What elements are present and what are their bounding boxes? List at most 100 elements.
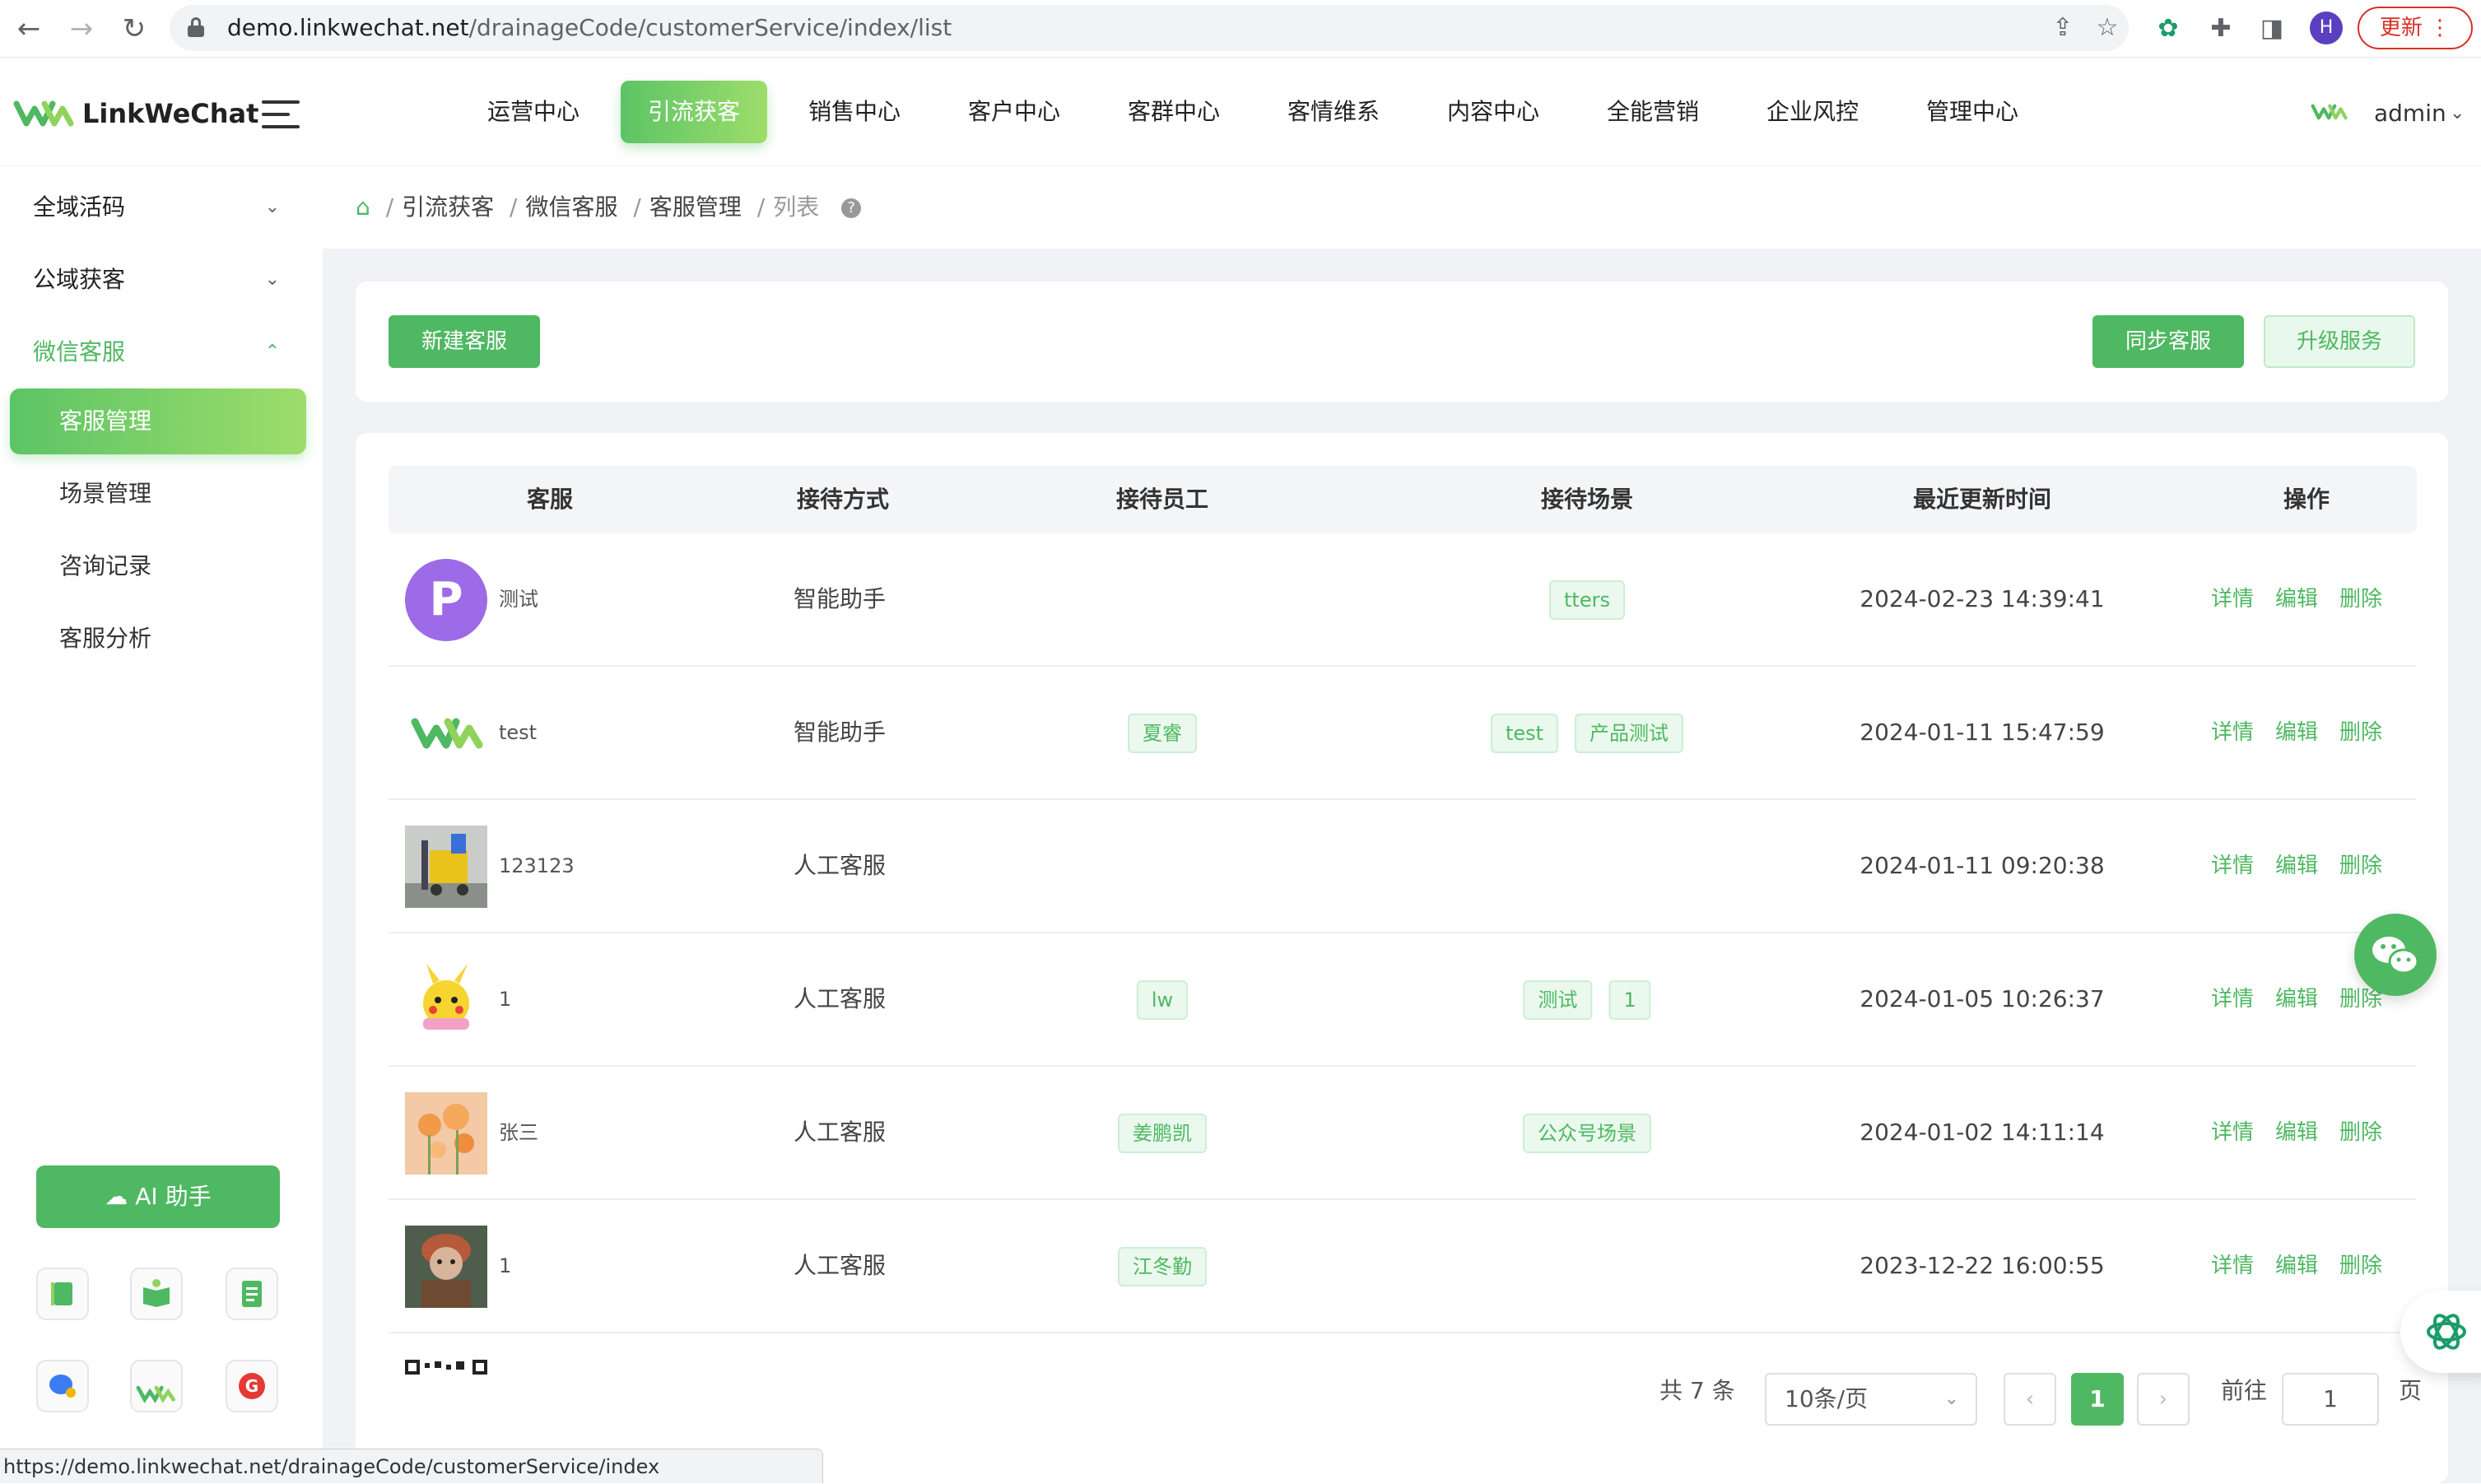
detail-link[interactable]: 详情 xyxy=(2211,933,2254,1065)
topnav-item[interactable]: 内容中心 xyxy=(1427,81,1559,143)
delete-link[interactable]: 删除 xyxy=(2339,800,2382,932)
book-tool-icon[interactable] xyxy=(130,1268,183,1320)
delete-link[interactable]: 删除 xyxy=(2339,1200,2382,1332)
scene-tag: 测试 xyxy=(1523,980,1593,1020)
edit-link[interactable]: 编辑 xyxy=(2275,533,2318,665)
table-row: 1 人工客服 江冬勤 2023-12-22 16:00:55 详情 编辑 删除 xyxy=(389,1200,2417,1333)
extensions-puzzle-icon[interactable]: ✚ xyxy=(2206,14,2236,44)
topnav-item-active[interactable]: 引流获客 xyxy=(621,81,767,143)
document-tool-icon[interactable] xyxy=(226,1268,278,1320)
table-row: P 测试 智能助手 tters 2024-02-23 14:39:41 详情 编… xyxy=(389,533,2417,667)
topnav-item[interactable]: 客群中心 xyxy=(1108,81,1240,143)
bookmark-star-icon[interactable]: ☆ xyxy=(2092,13,2122,43)
sidebar-group-public[interactable]: 公域获客 ⌄ xyxy=(33,255,280,305)
sidebar-group-qrcode[interactable]: 全域活码 ⌄ xyxy=(33,183,280,232)
page-size-select[interactable]: 10条/页 ⌄ xyxy=(1765,1373,1977,1426)
page-number-current[interactable]: 1 xyxy=(2071,1373,2124,1426)
page-suffix-label: 页 xyxy=(2399,1377,2423,1404)
breadcrumb-link[interactable]: 引流获客 xyxy=(402,193,494,221)
topnav-item[interactable]: 管理中心 xyxy=(1906,81,2038,143)
share-icon[interactable]: ⇪ xyxy=(2048,13,2078,43)
linkwechat-tool-icon[interactable] xyxy=(130,1360,183,1412)
chevron-up-icon: ⌃ xyxy=(264,342,280,362)
detail-link[interactable]: 详情 xyxy=(2211,1200,2254,1332)
topnav-item[interactable]: 客户中心 xyxy=(948,81,1080,143)
update-button[interactable]: 更新 ⋮ xyxy=(2358,7,2473,49)
edit-link[interactable]: 编辑 xyxy=(2275,1200,2318,1332)
edit-link[interactable]: 编辑 xyxy=(2275,667,2318,798)
detail-link[interactable]: 详情 xyxy=(2211,1067,2254,1198)
edit-link[interactable]: 编辑 xyxy=(2275,933,2318,1065)
home-icon[interactable]: ⌂ xyxy=(356,193,370,221)
tulips-photo-icon xyxy=(405,1092,487,1175)
ai-assistant-button[interactable]: ☁ AI 助手 xyxy=(36,1165,280,1228)
sidebar-group-wechat-service[interactable]: 微信客服 ⌃ xyxy=(33,328,280,377)
notebook-tool-icon[interactable] xyxy=(36,1268,89,1320)
detail-link[interactable]: 详情 xyxy=(2211,667,2254,798)
pikachu-sticker-icon xyxy=(405,959,487,1041)
delete-link[interactable]: 删除 xyxy=(2339,533,2382,665)
detail-link[interactable]: 详情 xyxy=(2211,800,2254,932)
scene-tag: 1 xyxy=(1608,980,1651,1020)
linkwechat-logo-avatar-icon xyxy=(411,718,483,749)
detail-link[interactable]: 详情 xyxy=(2211,533,2254,665)
table-row: test 智能助手 夏睿 test 产品测试 2024-01-11 15:47:5… xyxy=(389,667,2417,800)
topnav-item[interactable]: 全能营销 xyxy=(1587,81,1719,143)
wechat-chat-float-button[interactable] xyxy=(2354,914,2437,996)
menu-toggle-icon[interactable] xyxy=(262,100,300,128)
robot-icon: ☁ xyxy=(105,1183,128,1210)
chevron-down-icon: ⌄ xyxy=(264,269,280,290)
browser-toolbar: ← → ↻ demo.linkwechat.net/drainageCode/c… xyxy=(0,0,2481,58)
sidebar-item-service-analysis[interactable]: 客服分析 xyxy=(10,606,306,672)
upgrade-service-button[interactable]: 升级服务 xyxy=(2264,315,2415,368)
side-panel-icon[interactable]: ◨ xyxy=(2257,14,2287,44)
user-avatar-logo-icon xyxy=(2311,104,2348,120)
chatgpt-extension-icon[interactable]: ✿ xyxy=(2153,14,2183,44)
chevron-down-icon: ⌄ xyxy=(1943,1389,1959,1409)
table-card: 客服 接待方式 接待员工 接待场景 最近更新时间 操作 P 测试 智能助手 tt… xyxy=(356,433,2448,1483)
goto-label: 前往 xyxy=(2221,1377,2268,1404)
table-row: 1 人工客服 lw 测试 1 2024-01-05 10:26:37 详情 编辑 … xyxy=(389,933,2417,1067)
edit-link[interactable]: 编辑 xyxy=(2275,800,2318,932)
ai-assistant-float-button[interactable] xyxy=(2400,1291,2481,1373)
goto-page-input[interactable]: 1 xyxy=(2282,1373,2379,1426)
forward-arrow-icon[interactable]: → xyxy=(64,12,99,46)
next-page-button[interactable]: › xyxy=(2137,1373,2190,1426)
prev-page-button[interactable]: ‹ xyxy=(2004,1373,2056,1426)
ai-assistant-label: AI 助手 xyxy=(135,1183,212,1210)
address-bar[interactable]: demo.linkwechat.net/drainageCode/custome… xyxy=(170,5,2129,51)
wechat-icon xyxy=(2372,937,2419,975)
sidebar-item-consult-records[interactable]: 咨询记录 xyxy=(10,533,306,599)
column-header: 接待场景 xyxy=(1540,486,1634,513)
reception-mode: 智能助手 xyxy=(794,585,887,612)
scene-tag: test xyxy=(1490,714,1559,753)
main-content: ⌂ / 引流获客 / 微信客服 / 客服管理 / 列表 ? 新建客服 同步客服 升级服务… xyxy=(323,166,2481,1483)
new-service-button[interactable]: 新建客服 xyxy=(389,315,540,368)
delete-link[interactable]: 删除 xyxy=(2339,1067,2382,1198)
reception-mode: 智能助手 xyxy=(794,719,887,746)
topnav-item[interactable]: 企业风控 xyxy=(1747,81,1878,143)
sidebar-item-scene-management[interactable]: 场景管理 xyxy=(10,461,306,527)
service-name: 张三 xyxy=(499,1121,538,1144)
table-row: 123123 人工客服 2024-01-11 09:20:38 详情 编辑 删除 xyxy=(389,800,2417,933)
profile-avatar[interactable]: H xyxy=(2310,12,2343,44)
page-size-value: 10条/页 xyxy=(1785,1385,1869,1412)
delete-link[interactable]: 删除 xyxy=(2339,667,2382,798)
sidebar-group-label: 公域获客 xyxy=(33,266,126,293)
chat-bubble-tool-icon[interactable] xyxy=(36,1360,89,1412)
topnav-item[interactable]: 销售中心 xyxy=(789,81,920,143)
sync-service-button[interactable]: 同步客服 xyxy=(2092,315,2244,368)
staff-tag: 姜鹏凯 xyxy=(1118,1114,1207,1153)
sidebar-item-service-management[interactable]: 客服管理 xyxy=(10,388,306,454)
g-brand-tool-icon[interactable]: G xyxy=(226,1360,278,1412)
reload-icon[interactable]: ↻ xyxy=(117,12,151,46)
qr-code-avatar-icon xyxy=(405,1360,487,1375)
breadcrumb-link[interactable]: 微信客服 xyxy=(525,193,617,221)
topnav-item[interactable]: 运营中心 xyxy=(468,81,599,143)
help-icon[interactable]: ? xyxy=(841,198,862,218)
pagination-total: 共 7 条 xyxy=(1659,1377,1735,1404)
back-arrow-icon[interactable]: ← xyxy=(12,12,46,46)
edit-link[interactable]: 编辑 xyxy=(2275,1067,2318,1198)
breadcrumb-link[interactable]: 客服管理 xyxy=(649,193,742,221)
topnav-item[interactable]: 客情维系 xyxy=(1268,81,1399,143)
